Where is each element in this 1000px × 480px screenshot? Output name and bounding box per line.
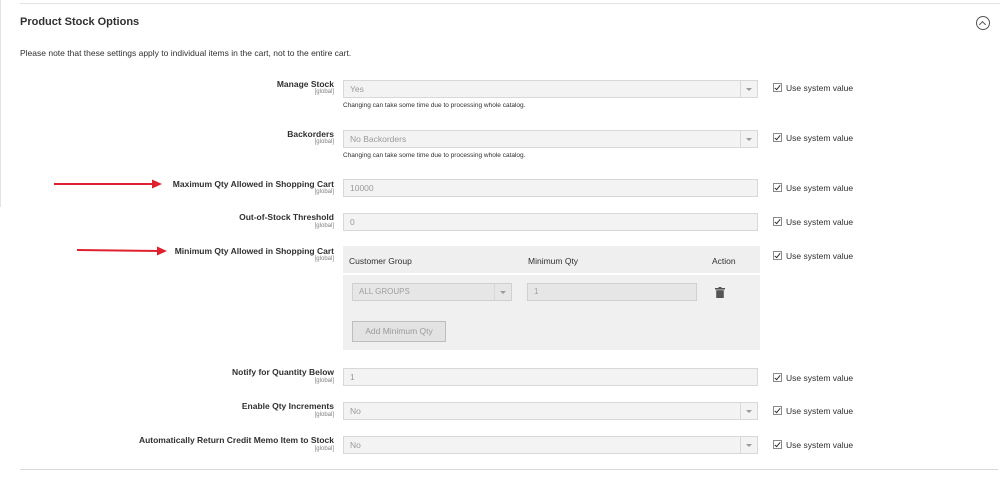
- max-qty-value: 10000: [350, 183, 374, 193]
- red-annotation-arrow: [76, 246, 167, 256]
- use-system-label: Use system value: [786, 251, 854, 261]
- use-system-backorders[interactable]: Use system value: [773, 133, 853, 143]
- use-system-max-qty[interactable]: Use system value: [773, 183, 853, 193]
- max-qty-label: Maximum Qty Allowed in Shopping Cart: [172, 179, 334, 189]
- column-header-customer-group: Customer Group: [349, 256, 412, 266]
- checkbox-checked-icon[interactable]: [773, 83, 782, 92]
- scope-label: [global]: [314, 89, 334, 95]
- use-system-label: Use system value: [786, 183, 854, 193]
- minimum-qty-input[interactable]: 1: [527, 283, 697, 301]
- scope-label: [global]: [314, 223, 334, 229]
- out-of-stock-input[interactable]: 0: [343, 213, 758, 231]
- use-system-label: Use system value: [786, 217, 854, 227]
- checkbox-checked-icon[interactable]: [773, 373, 782, 382]
- scope-label: [global]: [314, 189, 334, 195]
- notify-below-input[interactable]: 1: [343, 368, 758, 386]
- checkbox-checked-icon[interactable]: [773, 217, 782, 226]
- top-divider: [20, 3, 1000, 4]
- column-header-minimum-qty: Minimum Qty: [528, 256, 579, 266]
- manage-stock-select[interactable]: Yes: [343, 80, 758, 98]
- backorders-hint: Changing can take some time due to proce…: [343, 152, 526, 159]
- manage-stock-hint: Changing can take some time due to proce…: [343, 102, 526, 109]
- customer-group-value: ALL GROUPS: [359, 287, 410, 296]
- use-system-manage-stock[interactable]: Use system value: [773, 83, 853, 93]
- manage-stock-value: Yes: [350, 84, 364, 94]
- collapse-icon[interactable]: [976, 16, 990, 30]
- bottom-divider: [20, 469, 998, 470]
- red-annotation-arrow: [54, 179, 162, 189]
- use-system-label: Use system value: [786, 406, 854, 416]
- backorders-value: No Backorders: [350, 134, 407, 144]
- out-of-stock-value: 0: [350, 217, 355, 227]
- checkbox-checked-icon[interactable]: [773, 251, 782, 260]
- qty-increments-select[interactable]: No: [343, 402, 758, 420]
- checkbox-checked-icon[interactable]: [773, 440, 782, 449]
- max-qty-input[interactable]: 10000: [343, 179, 758, 197]
- scope-label: [global]: [314, 446, 334, 452]
- column-header-action: Action: [712, 256, 736, 266]
- qty-increments-label: Enable Qty Increments: [241, 401, 334, 411]
- use-system-qty-increments[interactable]: Use system value: [773, 406, 853, 416]
- return-credit-label: Automatically Return Credit Memo Item to…: [138, 435, 334, 445]
- use-system-label: Use system value: [786, 83, 854, 93]
- use-system-out-of-stock[interactable]: Use system value: [773, 217, 853, 227]
- use-system-label: Use system value: [786, 373, 854, 383]
- chevron-down-icon: [740, 437, 757, 453]
- min-qty-table-header: Customer Group Minimum Qty Action: [343, 246, 760, 273]
- backorders-select[interactable]: No Backorders: [343, 130, 758, 148]
- left-divider: [0, 0, 1, 207]
- checkbox-checked-icon[interactable]: [773, 406, 782, 415]
- chevron-down-icon: [740, 131, 757, 147]
- use-system-return-credit[interactable]: Use system value: [773, 440, 853, 450]
- minimum-qty-value: 1: [534, 287, 539, 296]
- checkbox-checked-icon[interactable]: [773, 183, 782, 192]
- customer-group-select[interactable]: ALL GROUPS: [352, 283, 512, 301]
- chevron-down-icon: [740, 81, 757, 97]
- scope-label: [global]: [314, 256, 334, 262]
- chevron-down-icon: [494, 284, 511, 300]
- scope-label: [global]: [314, 412, 334, 418]
- use-system-label: Use system value: [786, 440, 854, 450]
- use-system-notify-below[interactable]: Use system value: [773, 373, 853, 383]
- checkbox-checked-icon[interactable]: [773, 133, 782, 142]
- add-minimum-qty-button[interactable]: Add Minimum Qty: [352, 321, 446, 342]
- notify-below-value: 1: [350, 372, 355, 382]
- use-system-label: Use system value: [786, 133, 854, 143]
- notify-below-label: Notify for Quantity Below: [232, 367, 334, 377]
- return-credit-select[interactable]: No: [343, 436, 758, 454]
- use-system-min-qty[interactable]: Use system value: [773, 251, 853, 261]
- section-title[interactable]: Product Stock Options: [20, 16, 139, 28]
- section-note: Please note that these settings apply to…: [20, 48, 352, 58]
- manage-stock-label: Manage Stock: [276, 79, 334, 89]
- qty-increments-value: No: [350, 406, 361, 416]
- chevron-down-icon: [740, 403, 757, 419]
- trash-icon[interactable]: [715, 287, 725, 298]
- scope-label: [global]: [314, 139, 334, 145]
- scope-label: [global]: [314, 378, 334, 384]
- min-qty-label: Minimum Qty Allowed in Shopping Cart: [174, 246, 334, 256]
- out-of-stock-label: Out-of-Stock Threshold: [239, 212, 334, 222]
- backorders-label: Backorders: [287, 129, 334, 139]
- return-credit-value: No: [350, 440, 361, 450]
